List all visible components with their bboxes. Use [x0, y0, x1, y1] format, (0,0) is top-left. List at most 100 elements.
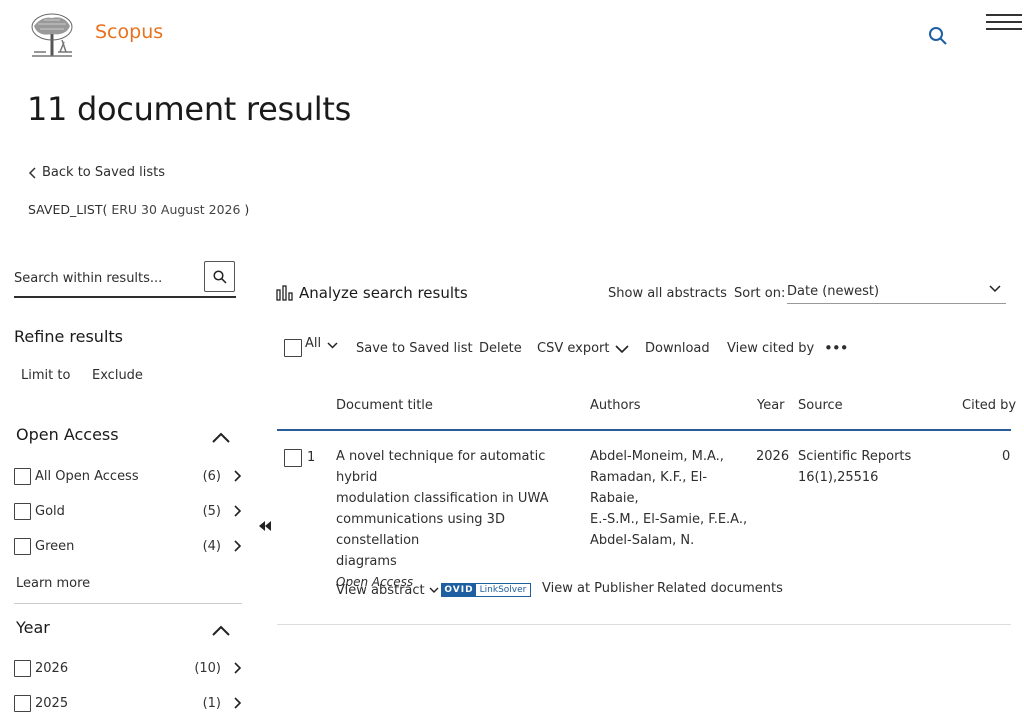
column-document-title[interactable]: Document title [336, 398, 433, 413]
select-all-label: All [305, 335, 322, 351]
view-cited-by-button[interactable]: View cited by [727, 341, 814, 356]
chevron-right-icon[interactable] [233, 505, 242, 517]
source-line: 16(1),25516 [798, 470, 879, 485]
facet-item-2025[interactable]: 2025 (1) [14, 693, 242, 713]
open-access-facet-title[interactable]: Open Access [16, 425, 119, 444]
saved-list-prefix: SAVED_LIST( [28, 202, 108, 217]
column-source[interactable]: Source [798, 398, 843, 413]
checkbox[interactable] [14, 537, 31, 555]
sort-select[interactable]: Date (newest) [787, 280, 1006, 304]
facet-item-all-open-access[interactable]: All Open Access (6) [14, 466, 242, 486]
exclude-button[interactable]: Exclude [92, 368, 143, 383]
limit-to-button[interactable]: Limit to [21, 368, 70, 383]
delete-button[interactable]: Delete [479, 341, 522, 356]
bar-chart-icon [276, 285, 293, 301]
sort-value: Date (newest) [787, 284, 880, 299]
cited-by-count[interactable]: 0 [1002, 446, 1010, 467]
row-checkbox[interactable] [284, 449, 302, 467]
csv-export-button[interactable]: CSV export [537, 341, 630, 356]
author-line: Ramadan, K.F., El-Rabaie, [590, 470, 708, 506]
view-abstract-button[interactable]: View abstract [336, 580, 439, 601]
chevron-right-icon[interactable] [233, 470, 242, 482]
page-title: 11 document results [27, 90, 352, 128]
author-line: Abdel-Moneim, M.A., [590, 449, 724, 464]
chevron-up-icon[interactable] [212, 428, 230, 443]
row-divider [277, 624, 1011, 625]
brand-name[interactable]: Scopus [95, 21, 163, 43]
authors-list[interactable]: Abdel-Moneim, M.A., Ramadan, K.F., El-Ra… [590, 446, 750, 551]
chevron-right-icon[interactable] [233, 697, 242, 709]
facet-count: (1) [202, 695, 221, 711]
chevron-right-icon[interactable] [233, 540, 242, 552]
facet-item-2026[interactable]: 2026 (10) [14, 658, 242, 678]
learn-more-link[interactable]: Learn more [16, 576, 90, 591]
view-abstract-label: View abstract [336, 583, 425, 598]
facet-item-gold[interactable]: Gold (5) [14, 501, 242, 521]
show-all-abstracts-button[interactable]: Show all abstracts [608, 286, 727, 301]
search-icon[interactable] [928, 26, 948, 46]
facet-label: 2025 [35, 695, 69, 711]
select-all-control[interactable]: All [284, 335, 338, 357]
saved-list-suffix: ) [244, 202, 250, 217]
title-line: diagrams [336, 554, 397, 569]
hamburger-menu-icon[interactable] [986, 14, 1022, 30]
search-within-input[interactable] [14, 271, 199, 286]
facet-count: (6) [202, 468, 221, 484]
document-title-link[interactable]: A novel technique for automatic hybrid m… [336, 446, 581, 593]
chevron-down-icon [429, 587, 439, 593]
column-year[interactable]: Year [757, 398, 785, 413]
row-number: 1 [307, 450, 316, 465]
select-all-checkbox[interactable] [284, 339, 302, 357]
facet-label: All Open Access [35, 468, 139, 484]
chevron-down-icon [615, 344, 630, 353]
header-divider [277, 429, 1011, 431]
chevron-down-icon [989, 285, 1001, 293]
facet-count: (4) [202, 538, 221, 554]
title-line: modulation classification in UWA [336, 491, 549, 506]
collapse-sidebar-icon[interactable] [258, 518, 272, 532]
chevron-up-icon[interactable] [212, 621, 230, 636]
ovid-linksolver-button[interactable]: OVID LinkSolver [441, 583, 531, 597]
facet-label: Gold [35, 503, 65, 519]
chevron-down-icon[interactable] [327, 341, 338, 349]
saved-list-name: ERU 30 August 2026 [107, 202, 245, 217]
checkbox[interactable] [14, 659, 31, 677]
facet-count: (5) [202, 503, 221, 519]
view-at-publisher-link[interactable]: View at Publisher [542, 578, 654, 599]
sort-label: Sort on: [734, 286, 786, 301]
checkbox[interactable] [14, 694, 31, 712]
analyze-search-results-button[interactable]: Analyze search results [276, 284, 468, 302]
facet-item-green[interactable]: Green (4) [14, 536, 242, 556]
title-line: A novel technique for automatic hybrid [336, 449, 546, 485]
analyze-label: Analyze search results [299, 284, 468, 302]
year-facet-title[interactable]: Year [16, 618, 50, 637]
facet-label: Green [35, 538, 75, 554]
more-options-icon[interactable]: ••• [824, 339, 849, 357]
author-line: E.-S.M., El-Samie, F.E.A., [590, 512, 748, 527]
facet-label: 2026 [35, 660, 69, 676]
divider [14, 603, 242, 604]
back-link-label: Back to Saved lists [42, 165, 166, 180]
checkbox[interactable] [14, 502, 31, 520]
search-within-results [14, 261, 236, 298]
author-line: Abdel-Salam, N. [590, 533, 695, 548]
chevron-left-icon [28, 166, 36, 179]
column-cited-by[interactable]: Cited by [962, 398, 1016, 413]
chevron-right-icon[interactable] [233, 662, 242, 674]
search-within-button[interactable] [204, 261, 235, 292]
save-to-saved-list-button[interactable]: Save to Saved list [356, 341, 473, 356]
source-link[interactable]: Scientific Reports 16(1),25516 [798, 446, 948, 488]
checkbox[interactable] [14, 467, 31, 485]
title-line: communications using 3D constellation [336, 512, 505, 548]
year-value: 2026 [756, 449, 790, 464]
related-documents-link[interactable]: Related documents [657, 578, 783, 599]
source-line: Scientific Reports [798, 449, 912, 464]
column-authors[interactable]: Authors [590, 398, 641, 413]
download-button[interactable]: Download [645, 341, 710, 356]
facet-count: (10) [194, 660, 221, 676]
elsevier-logo[interactable] [28, 12, 76, 58]
csv-export-label: CSV export [537, 341, 610, 356]
back-to-saved-lists-link[interactable]: Back to Saved lists [28, 165, 165, 180]
linksolver-label: LinkSolver [479, 585, 527, 595]
refine-results-heading: Refine results [14, 327, 123, 346]
